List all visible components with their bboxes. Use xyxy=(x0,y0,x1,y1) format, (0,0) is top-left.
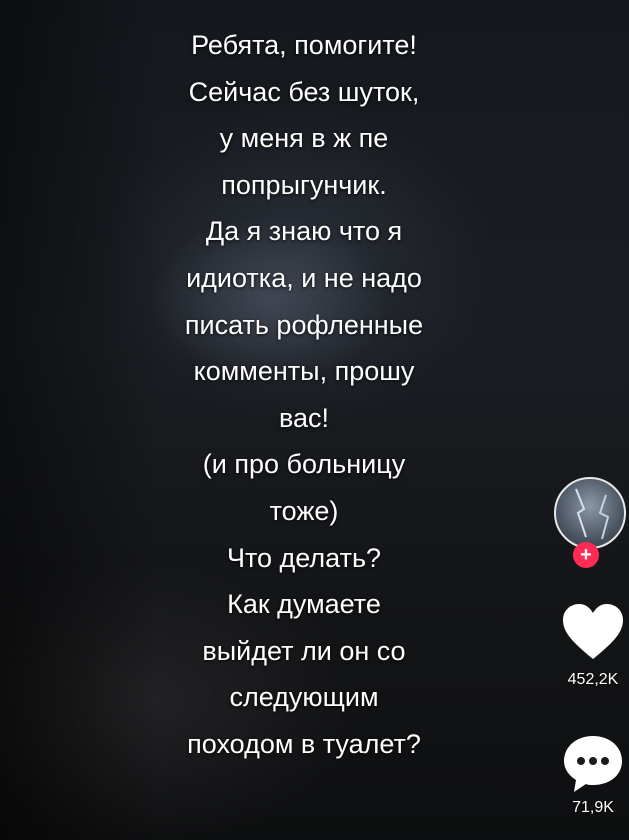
caption-line: тоже) xyxy=(269,495,339,526)
comment-count: 71,9K xyxy=(572,799,614,816)
caption-line: у меня в ж пе xyxy=(219,123,389,154)
caption-line: Как думаете xyxy=(227,589,381,620)
caption-line: (и про больницу xyxy=(202,449,406,480)
caption-line: Да я знаю что я xyxy=(205,216,403,247)
comment-bubble-icon[interactable] xyxy=(560,732,626,796)
caption-line: следующим xyxy=(229,682,379,713)
caption-line: вас! xyxy=(278,402,330,433)
like-count: 452,2K xyxy=(567,671,619,688)
creator-avatar[interactable] xyxy=(554,477,626,549)
caption-line: Сейчас без шуток, xyxy=(188,76,420,107)
caption-line: идиотка, и не надо xyxy=(186,262,422,293)
heart-icon[interactable] xyxy=(560,602,626,662)
caption-line: выйдет ли он со xyxy=(202,635,406,666)
caption-line: Ребята, помогите! xyxy=(191,30,417,60)
caption-line: походом в туалет? xyxy=(187,728,421,759)
caption-line: комменты, прошу xyxy=(193,356,415,387)
caption-line: попрыгунчик. xyxy=(221,169,387,200)
caption-line: писать рофленные xyxy=(184,309,424,340)
video-caption: Ребята, помогите! Сейчас без шуток, у ме… xyxy=(124,22,484,768)
follow-plus-button[interactable]: + xyxy=(573,542,599,568)
caption-line: Что делать? xyxy=(226,542,382,573)
